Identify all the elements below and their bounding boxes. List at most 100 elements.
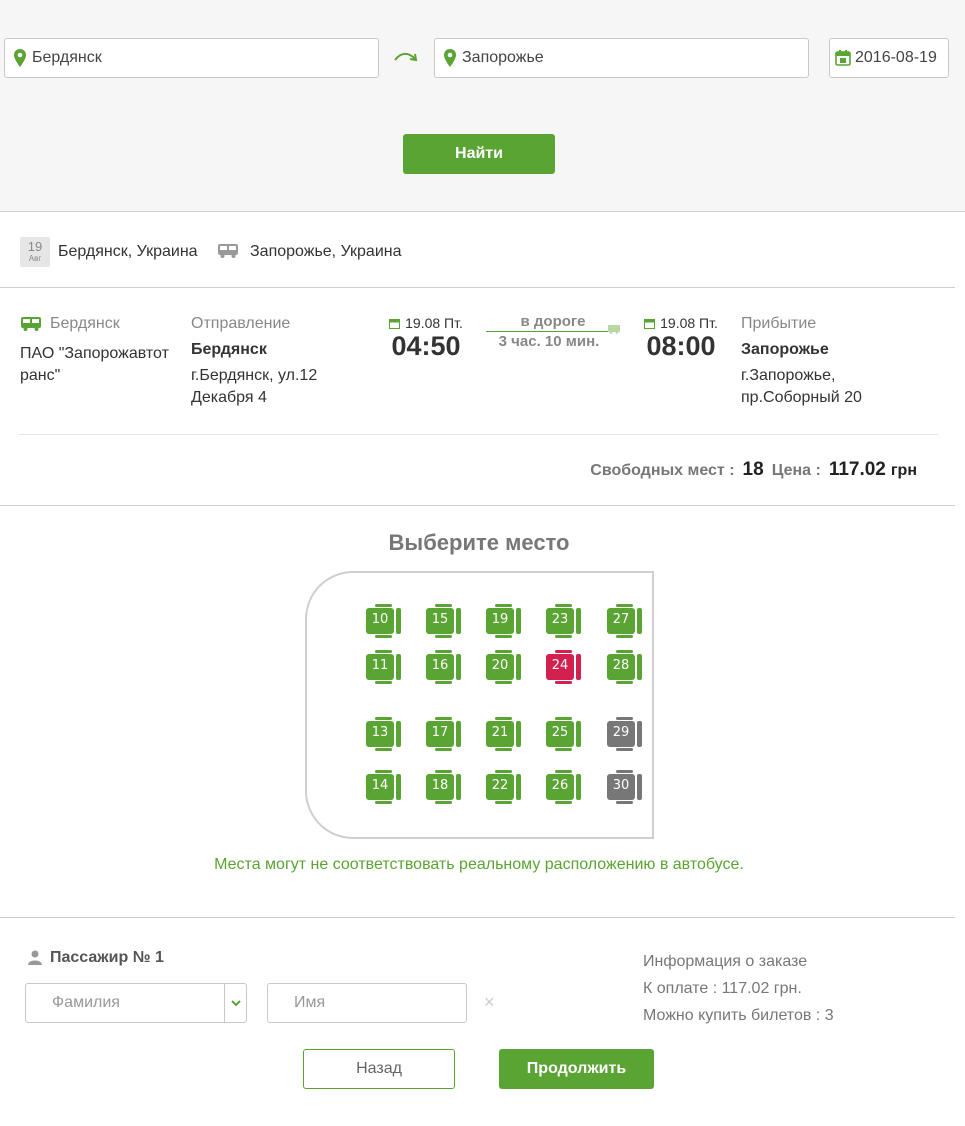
seat-number: 11 (371, 658, 389, 673)
seat-27[interactable]: 27 (607, 604, 643, 638)
seat-24[interactable]: 24 (546, 650, 582, 684)
bus-icon (608, 325, 620, 334)
seat-number: 26 (551, 778, 569, 793)
price-label: Цена : (771, 462, 821, 479)
surname-input[interactable]: Фамилия (25, 983, 247, 1023)
seat-number: 28 (612, 658, 630, 673)
surname-dropdown-button[interactable] (224, 984, 246, 1022)
bus-icon (21, 317, 41, 331)
seat-map-note: Места могут не соответствовать реальному… (214, 856, 744, 873)
date-badge-month: Авг (28, 254, 42, 263)
seat-number: 20 (491, 658, 509, 673)
seat-number: 23 (551, 612, 569, 627)
seat-28[interactable]: 28 (607, 650, 643, 684)
seat-16[interactable]: 16 (426, 650, 462, 684)
carrier-city: Бердянск (50, 315, 120, 332)
chevron-down-icon (230, 999, 241, 1006)
seat-15[interactable]: 15 (426, 604, 462, 638)
duration: 3 час. 10 мин. (498, 333, 600, 350)
arrival-time: 08:00 (646, 331, 716, 361)
arrival-date: 19.08 Пт. (660, 315, 718, 331)
arrival-address: г.Запорожье, пр.Соборный 20 (741, 367, 862, 406)
seat-10[interactable]: 10 (366, 604, 402, 638)
seat-18[interactable]: 18 (426, 770, 462, 804)
travel-duration: в дороге 3 час. 10 мин. (486, 313, 620, 350)
departure-label: Отправление (191, 315, 291, 332)
find-button[interactable]: Найти (403, 134, 555, 174)
name-input[interactable]: Имя (267, 983, 467, 1023)
price-value: 117.02 (828, 459, 886, 480)
seat-11[interactable]: 11 (366, 650, 402, 684)
date-badge: 19 Авг (20, 237, 50, 267)
from-city-input[interactable]: Бердянск (4, 38, 379, 78)
seat-23[interactable]: 23 (546, 604, 582, 638)
seat-29: 29 (607, 717, 643, 751)
back-button[interactable]: Назад (303, 1049, 455, 1089)
bus-icon (218, 244, 238, 258)
road-line (486, 331, 608, 332)
price-currency: грн (890, 462, 917, 479)
free-seats-count: 18 (742, 459, 764, 480)
seat-number: 14 (371, 778, 389, 793)
road-label: в дороге (520, 313, 586, 330)
divider (0, 917, 955, 918)
seat-19[interactable]: 19 (486, 604, 522, 638)
seat-20[interactable]: 20 (486, 650, 522, 684)
continue-button[interactable]: Продолжить (499, 1049, 654, 1089)
from-city-value: Бердянск (32, 49, 102, 66)
seat-number: 22 (491, 778, 509, 793)
seat-number: 17 (431, 725, 449, 740)
bus-outline (305, 571, 654, 839)
to-city-value: Запорожье (462, 49, 544, 66)
seat-number: 13 (371, 725, 389, 740)
order-can-buy: Можно купить билетов : 3 (643, 1007, 834, 1024)
seat-14[interactable]: 14 (366, 770, 402, 804)
departure-date: 19.08 Пт. (405, 315, 463, 331)
departure-address: г.Бердянск, ул.12 Декабря 4 (191, 367, 318, 406)
seat-number: 30 (612, 778, 630, 793)
surname-placeholder: Фамилия (52, 994, 120, 1011)
seat-number: 19 (491, 612, 509, 627)
seat-map-title: Выберите место (388, 530, 570, 555)
seat-17[interactable]: 17 (426, 717, 462, 751)
arrival-time-block: 19.08 Пт. 08:00 (640, 315, 722, 362)
map-pin-icon (444, 49, 456, 67)
calendar-icon (835, 50, 851, 66)
date-value: 2016-08-19 (855, 49, 937, 66)
divider (19, 434, 938, 435)
map-pin-icon (14, 49, 26, 67)
departure-time-block: 19.08 Пт. 04:50 (385, 315, 467, 362)
calendar-icon (389, 318, 401, 329)
seat-number: 25 (551, 725, 569, 740)
carrier-name: ПАО "Запорожавтотранс" (20, 345, 169, 384)
seat-25[interactable]: 25 (546, 717, 582, 751)
order-info-title: Информация о заказе (643, 953, 808, 970)
seat-13[interactable]: 13 (366, 717, 402, 751)
route-from: Бердянск, Украина (58, 243, 198, 260)
seat-number: 18 (431, 778, 449, 793)
seat-number: 29 (612, 725, 630, 740)
route-summary: 19 Авг Бердянск, Украина Запорожье, Укра… (0, 213, 955, 288)
seat-22[interactable]: 22 (486, 770, 522, 804)
seat-number: 15 (431, 612, 449, 627)
to-city-input[interactable]: Запорожье (434, 38, 809, 78)
seat-number: 16 (431, 658, 449, 673)
seat-number: 10 (371, 612, 389, 627)
seat-26[interactable]: 26 (546, 770, 582, 804)
route-arrow-icon[interactable] (391, 46, 421, 70)
arrival-label: Прибытие (741, 315, 817, 332)
date-badge-day: 19 (27, 239, 43, 254)
seat-number: 21 (491, 725, 509, 740)
departure-city: Бердянск (191, 341, 267, 358)
order-info: Информация о заказе К оплате : 117.02 гр… (643, 948, 834, 1029)
seat-number: 27 (612, 612, 630, 627)
remove-passenger-icon[interactable]: × (484, 992, 495, 1013)
user-icon (28, 950, 42, 965)
departure-time: 04:50 (391, 331, 461, 361)
availability-summary: Свободных мест : 18 Цена : 117.02 грн (590, 459, 917, 481)
seat-21[interactable]: 21 (486, 717, 522, 751)
date-input[interactable]: 2016-08-19 (829, 38, 949, 78)
route-to: Запорожье, Украина (250, 243, 402, 260)
calendar-icon (644, 318, 656, 329)
seat-30: 30 (607, 770, 643, 804)
